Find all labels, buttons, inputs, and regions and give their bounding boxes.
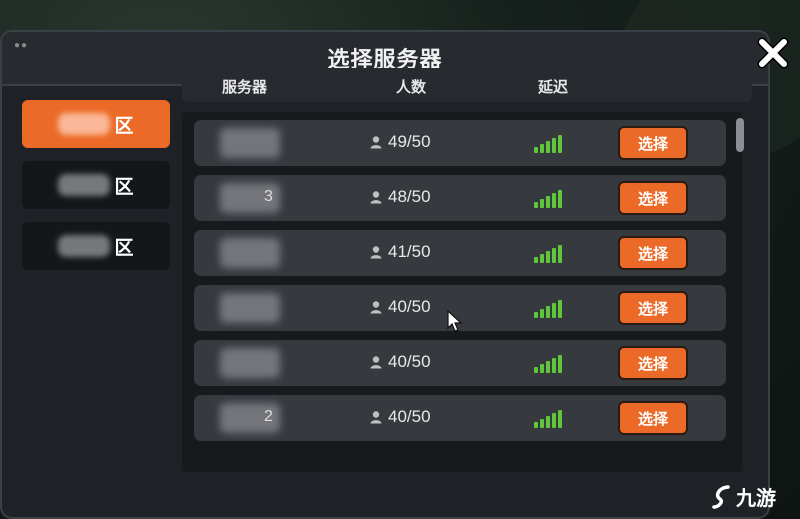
player-count: 49/50: [369, 132, 431, 152]
server-row[interactable]: 41/50 选择: [194, 230, 726, 276]
watermark: 九游: [710, 482, 776, 511]
signal-strength-icon: [534, 243, 562, 263]
region-tab-label: 区: [114, 176, 134, 198]
person-icon: [370, 136, 382, 149]
signal-bar: [552, 248, 556, 263]
signal-bar: [540, 254, 544, 263]
player-count-value: 48/50: [388, 187, 431, 206]
signal-bar: [558, 245, 562, 263]
region-name-blurred: [58, 174, 111, 196]
server-name-blurred: [220, 293, 280, 323]
signal-bar: [534, 257, 538, 263]
server-list[interactable]: 49/50 选择 3 48/50 选择 41/50 选择 40/50 选择 40/50 选择 2 40/…: [182, 112, 742, 472]
select-server-button[interactable]: 选择: [618, 346, 688, 380]
server-name-blurred: [220, 348, 280, 378]
signal-bar: [546, 196, 550, 208]
signal-strength-icon: [534, 408, 562, 428]
watermark-text: 九游: [736, 488, 776, 510]
region-tab-label: 区: [114, 237, 134, 259]
person-icon: [370, 191, 382, 204]
select-server-button[interactable]: 选择: [618, 236, 688, 270]
player-count: 40/50: [369, 297, 431, 317]
close-icon: [757, 37, 789, 69]
server-name-suffix: 2: [264, 408, 273, 425]
region-tab-label: 区: [114, 115, 134, 137]
signal-bar: [540, 199, 544, 208]
signal-bar: [552, 303, 556, 318]
select-server-button[interactable]: 选择: [618, 401, 688, 435]
server-row[interactable]: 3 48/50 选择: [194, 175, 726, 221]
signal-bar: [546, 306, 550, 318]
signal-bar: [552, 358, 556, 373]
signal-bar: [540, 364, 544, 373]
player-count-value: 40/50: [388, 297, 431, 316]
server-table-header: 服务器 人数 延迟: [182, 68, 752, 102]
person-icon: [370, 301, 382, 314]
signal-bar: [534, 367, 538, 373]
signal-strength-icon: [534, 353, 562, 373]
corner-dots: ●●: [14, 40, 29, 51]
server-row[interactable]: 40/50 选择: [194, 340, 726, 386]
signal-bar: [558, 355, 562, 373]
region-tab-2[interactable]: 区: [22, 161, 170, 209]
signal-bar: [546, 251, 550, 263]
person-icon: [370, 411, 382, 424]
select-server-button[interactable]: 选择: [618, 181, 688, 215]
signal-bar: [558, 300, 562, 318]
region-tab-3[interactable]: 区: [22, 222, 170, 270]
region-list: 区 区 区: [22, 100, 170, 283]
signal-bar: [552, 413, 556, 428]
signal-bar: [552, 193, 556, 208]
signal-bar: [540, 144, 544, 153]
signal-bar: [552, 138, 556, 153]
signal-bar: [558, 135, 562, 153]
select-server-button[interactable]: 选择: [618, 126, 688, 160]
player-count-value: 49/50: [388, 132, 431, 151]
signal-bar: [534, 312, 538, 318]
server-name-suffix: 3: [264, 188, 273, 205]
watermark-logo-icon: [712, 484, 730, 509]
signal-bar: [546, 361, 550, 373]
signal-bar: [534, 422, 538, 428]
close-button[interactable]: [752, 32, 794, 74]
select-server-button[interactable]: 选择: [618, 291, 688, 325]
region-tab-1[interactable]: 区: [22, 100, 170, 148]
column-header-server: 服务器: [222, 79, 268, 96]
signal-bar: [546, 416, 550, 428]
player-count: 41/50: [369, 242, 431, 262]
person-icon: [370, 246, 382, 259]
player-count: 40/50: [369, 407, 431, 427]
person-icon: [370, 356, 382, 369]
column-header-latency: 延迟: [538, 79, 569, 96]
server-row[interactable]: 49/50 选择: [194, 120, 726, 166]
signal-bar: [540, 419, 544, 428]
player-count-value: 41/50: [388, 242, 431, 261]
signal-bar: [534, 202, 538, 208]
server-name-blurred: [220, 128, 280, 158]
scrollbar-thumb[interactable]: [736, 118, 744, 152]
server-name-blurred: [220, 238, 280, 268]
signal-strength-icon: [534, 133, 562, 153]
mouse-cursor-icon: [447, 310, 463, 332]
server-row[interactable]: 2 40/50 选择: [194, 395, 726, 441]
player-count-value: 40/50: [388, 407, 431, 426]
player-count: 40/50: [369, 352, 431, 372]
signal-bar: [540, 309, 544, 318]
signal-bar: [558, 190, 562, 208]
signal-strength-icon: [534, 298, 562, 318]
column-header-players: 人数: [396, 79, 427, 96]
signal-bar: [534, 147, 538, 153]
signal-bar: [546, 141, 550, 153]
signal-bar: [558, 410, 562, 428]
region-name-blurred: [58, 113, 111, 135]
signal-strength-icon: [534, 188, 562, 208]
player-count: 48/50: [369, 187, 431, 207]
region-name-blurred: [58, 235, 111, 257]
player-count-value: 40/50: [388, 352, 431, 371]
